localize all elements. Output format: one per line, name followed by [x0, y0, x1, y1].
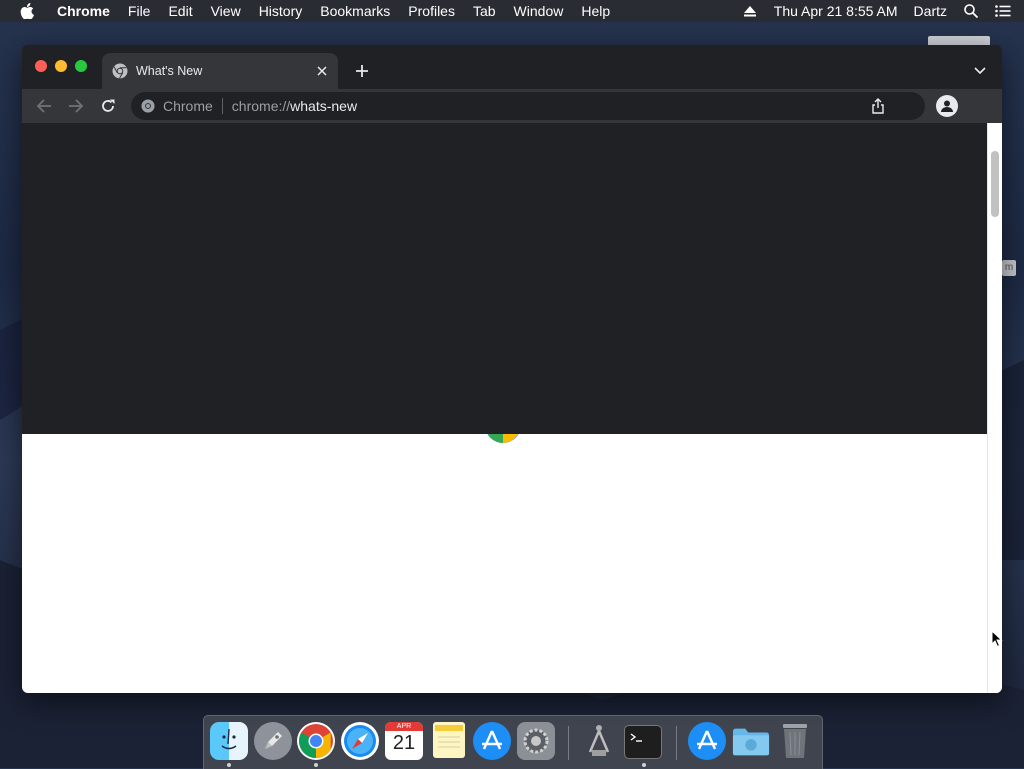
notification-center-icon[interactable] [994, 3, 1012, 19]
scrollbar-thumb[interactable] [991, 151, 999, 217]
chrome-logo-partial [484, 434, 522, 444]
tab-search-chevron-down-icon[interactable] [970, 61, 990, 81]
menu-edit[interactable]: Edit [159, 0, 201, 22]
arrow-right-icon [69, 99, 84, 113]
close-tab-icon[interactable] [314, 63, 330, 79]
person-icon [941, 100, 953, 112]
calendar-day: 21 [392, 732, 416, 754]
tab-title: What's New [136, 64, 203, 78]
eject-icon[interactable] [741, 3, 759, 19]
apple-menu-icon[interactable] [20, 3, 36, 19]
menu-user[interactable]: Dartz [906, 0, 955, 22]
menu-profiles[interactable]: Profiles [399, 0, 464, 22]
address-bar[interactable]: Chrome chrome://whats-new [131, 92, 925, 120]
dock-separator [568, 726, 569, 760]
desktop-item: m [1002, 260, 1016, 276]
chrome-site-icon [141, 99, 155, 113]
url-host: whats-new [290, 98, 358, 114]
menu-bar: Chrome File Edit View History Bookmarks … [0, 0, 1024, 22]
new-tab-button[interactable] [352, 61, 372, 81]
zoom-window-button[interactable] [75, 60, 87, 72]
url-scheme: chrome:// [231, 98, 291, 114]
spotlight-search-icon[interactable] [962, 3, 980, 19]
chrome-app-icon[interactable] [297, 722, 335, 760]
downloads-folder-icon[interactable] [732, 722, 770, 760]
menu-history[interactable]: History [250, 0, 312, 22]
chrome-window: What's New Chrome chrome://whats-new [22, 45, 1002, 693]
automator-icon[interactable] [580, 722, 618, 760]
whats-new-header-area [22, 123, 987, 434]
menu-window[interactable]: Window [505, 0, 573, 22]
profile-avatar-button[interactable] [936, 95, 958, 117]
dock-separator [676, 726, 677, 760]
dock: APR 21 [203, 715, 823, 769]
arrow-left-icon [36, 99, 51, 113]
reload-icon [102, 99, 115, 112]
menu-clock[interactable]: Thu Apr 21 8:55 AM [766, 0, 906, 22]
menu-help[interactable]: Help [572, 0, 619, 22]
site-chip-label: Chrome [163, 98, 213, 114]
menu-app-name[interactable]: Chrome [48, 0, 119, 22]
menu-file[interactable]: File [119, 0, 160, 22]
launchpad-icon[interactable] [254, 722, 292, 760]
page-content [22, 123, 1002, 693]
back-button[interactable] [34, 96, 54, 116]
calendar-icon[interactable]: APR 21 [385, 722, 423, 760]
reload-button[interactable] [98, 96, 118, 116]
chrome-logo-icon [112, 63, 128, 79]
minimize-window-button[interactable] [55, 60, 67, 72]
tab-whats-new[interactable]: What's New [102, 53, 338, 89]
tab-strip: What's New [22, 45, 1002, 89]
close-window-button[interactable] [35, 60, 47, 72]
menu-view[interactable]: View [202, 0, 250, 22]
menu-tab[interactable]: Tab [464, 0, 505, 22]
forward-button[interactable] [66, 96, 86, 116]
terminal-icon[interactable] [624, 725, 662, 759]
trash-icon[interactable] [776, 722, 814, 760]
running-indicator [642, 763, 646, 767]
mouse-cursor-icon [991, 630, 1003, 648]
calendar-month: APR [385, 722, 423, 731]
app-store-stack-icon[interactable] [688, 722, 726, 760]
finder-icon[interactable] [210, 722, 248, 760]
menu-bookmarks[interactable]: Bookmarks [311, 0, 399, 22]
safari-icon[interactable] [341, 722, 379, 760]
share-icon[interactable] [871, 98, 887, 114]
running-indicator [227, 763, 231, 767]
notes-icon[interactable] [433, 722, 465, 758]
url-text: chrome://whats-new [232, 98, 357, 114]
browser-toolbar: Chrome chrome://whats-new [22, 89, 1002, 123]
omnibox-divider [221, 98, 223, 114]
running-indicator [314, 763, 318, 767]
app-store-icon[interactable] [473, 722, 511, 760]
system-preferences-gear-icon[interactable] [517, 722, 555, 760]
